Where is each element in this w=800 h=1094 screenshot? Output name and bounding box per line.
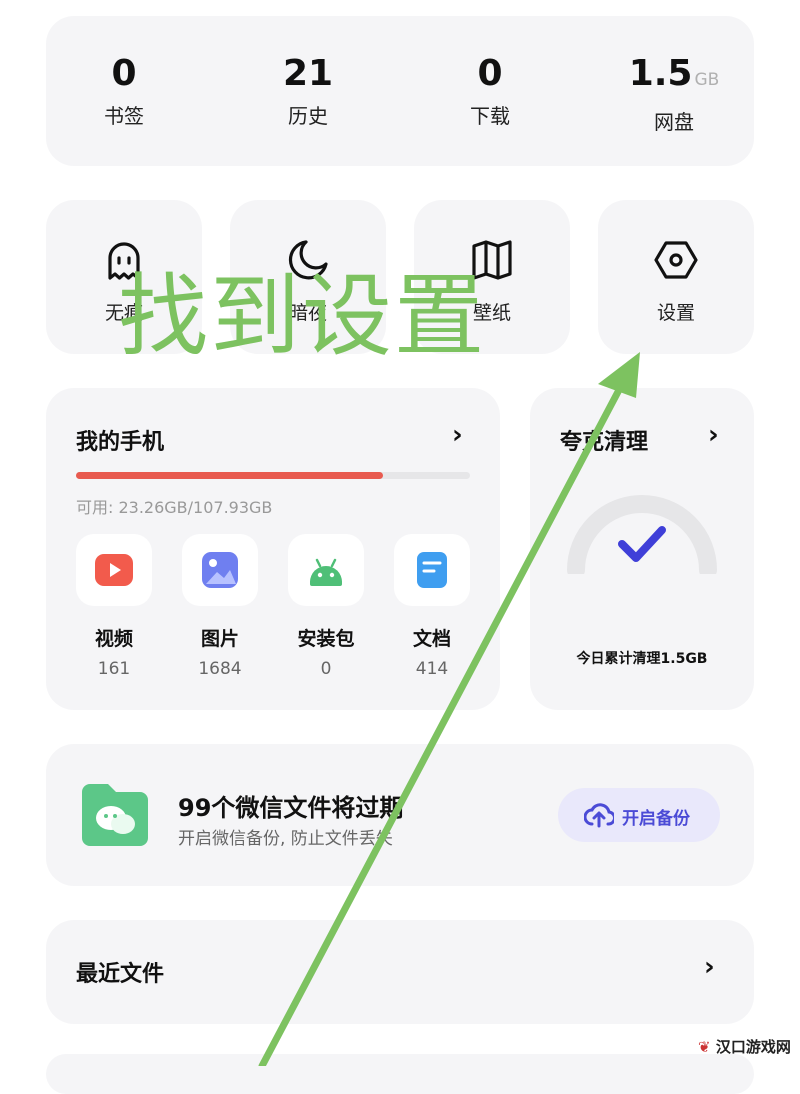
watermark-logo-icon: ❦	[698, 1038, 711, 1056]
watermark-text: 汉口游戏网	[715, 1038, 791, 1056]
site-watermark: ❦ 汉口游戏网	[698, 1036, 791, 1057]
annotation-arrow	[258, 352, 640, 1066]
